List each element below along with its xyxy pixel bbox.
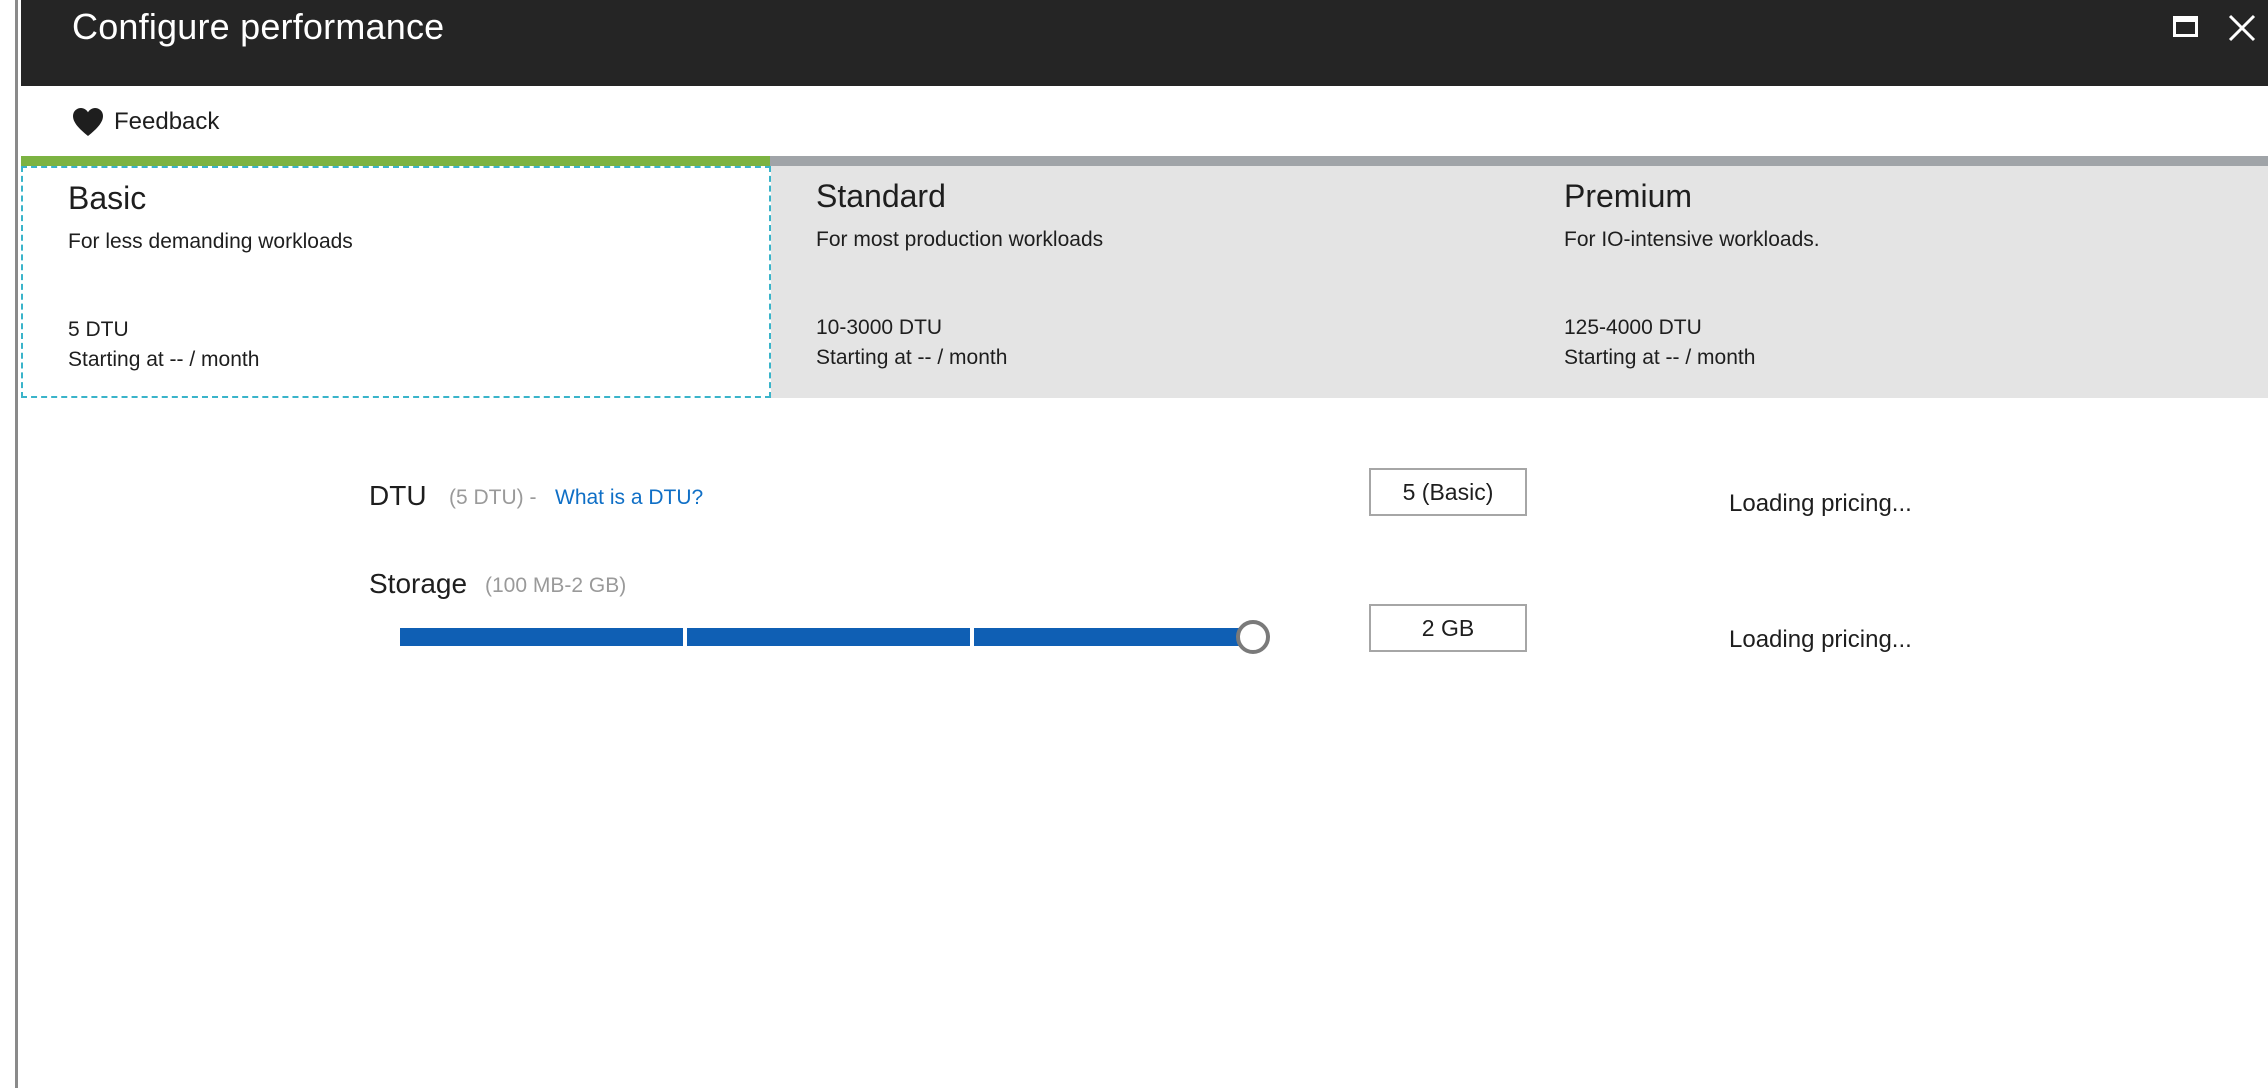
tier-name: Standard: [816, 178, 946, 214]
tier-price: Starting at -- / month: [1564, 346, 1756, 369]
storage-pricing-status: Loading pricing...: [1729, 626, 1912, 653]
close-icon: [2228, 14, 2256, 42]
maximize-button[interactable]: [2165, 8, 2205, 48]
tier-description: For IO-intensive workloads.: [1564, 228, 1820, 251]
slider-track-segment: [974, 628, 1257, 646]
slider-thumb[interactable]: [1236, 620, 1270, 654]
tier-premium[interactable]: Premium For IO-intensive workloads. 125-…: [1519, 166, 2268, 398]
slider-track-segment: [687, 628, 970, 646]
command-bar: Feedback: [21, 86, 2268, 156]
tier-price: Starting at -- / month: [68, 348, 260, 371]
tier-dtu: 10-3000 DTU: [816, 316, 943, 339]
heart-icon: [73, 108, 103, 136]
storage-hint: (100 MB-2 GB): [485, 574, 627, 597]
tier-name: Premium: [1564, 178, 1693, 214]
left-edge-border: [0, 0, 18, 1088]
title-bar: Configure performance: [21, 0, 2268, 86]
tier-accent-bar-rest: [770, 156, 2268, 166]
dtu-hint: (5 DTU) -: [449, 486, 537, 509]
tier-standard[interactable]: Standard For most production workloads 1…: [771, 166, 1519, 398]
storage-value-box[interactable]: 2 GB: [1369, 604, 1527, 652]
dtu-label: DTU: [369, 480, 427, 511]
tier-name: Basic: [68, 180, 147, 216]
tier-accent-bar-basic: [21, 156, 770, 166]
storage-slider[interactable]: [400, 620, 1274, 654]
tier-description: For most production workloads: [816, 228, 1104, 251]
tier-basic[interactable]: Basic For less demanding workloads 5 DTU…: [21, 166, 771, 398]
feedback-button[interactable]: Feedback: [72, 104, 219, 140]
tier-dtu: 125-4000 DTU: [1564, 316, 1702, 339]
maximize-icon: [2173, 16, 2198, 37]
storage-label: Storage: [369, 568, 468, 599]
pricing-tier-selector: Basic For less demanding workloads 5 DTU…: [21, 156, 2268, 398]
page-title: Configure performance: [72, 6, 445, 47]
dtu-value-box[interactable]: 5 (Basic): [1369, 468, 1527, 516]
close-button[interactable]: [2222, 8, 2262, 48]
tier-dtu: 5 DTU: [68, 318, 129, 341]
tier-price: Starting at -- / month: [816, 346, 1008, 369]
slider-track-segment: [400, 628, 683, 646]
tier-description: For less demanding workloads: [68, 230, 353, 253]
feedback-label: Feedback: [114, 108, 220, 135]
what-is-dtu-link[interactable]: What is a DTU?: [555, 486, 703, 510]
dtu-pricing-status: Loading pricing...: [1729, 490, 1912, 517]
